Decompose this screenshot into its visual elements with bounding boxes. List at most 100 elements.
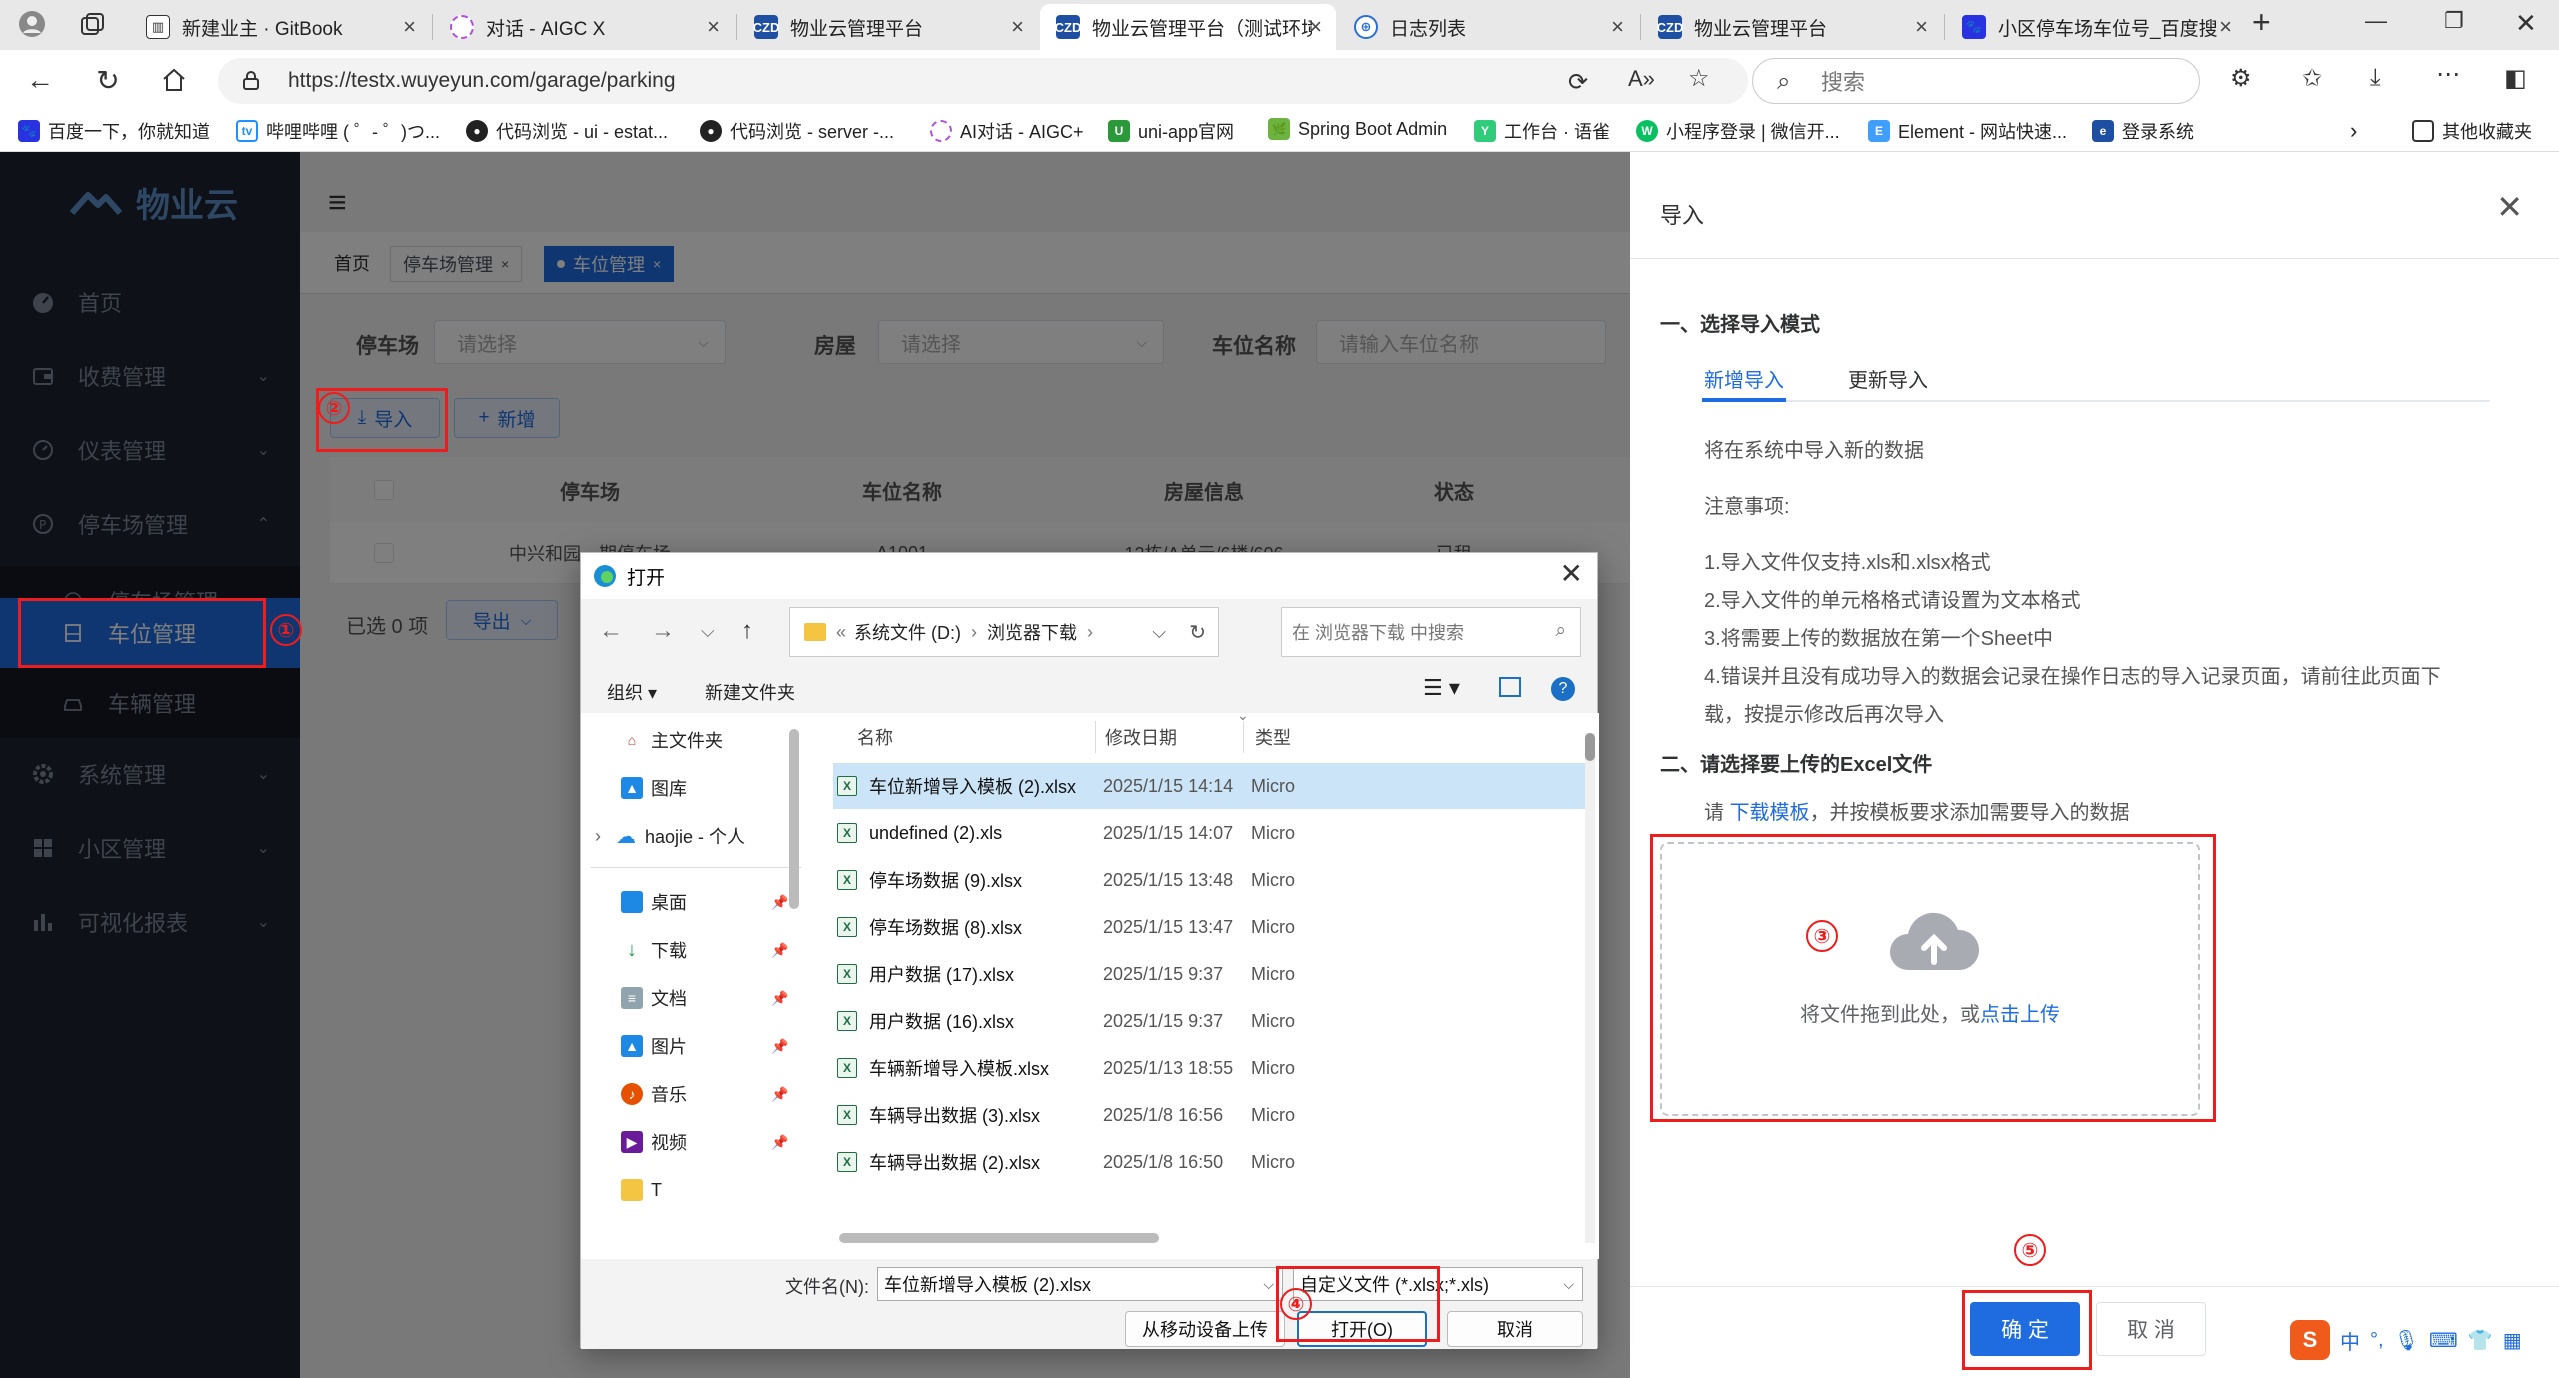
- path-segment[interactable]: 系统文件 (D:): [854, 619, 961, 645]
- file-row[interactable]: X 用户数据 (16).xlsx 2025/1/15 9:37 Micro: [833, 998, 1585, 1044]
- tab-new-import[interactable]: 新增导入: [1704, 364, 1784, 393]
- nav-home[interactable]: ⌂ 主文件夹: [621, 723, 723, 757]
- column-header[interactable]: 名称: [857, 713, 893, 761]
- file-row[interactable]: X 车位新增导入模板 (2).xlsx 2025/1/15 14:14 Micro: [833, 763, 1585, 809]
- tab-update-import[interactable]: 更新导入: [1848, 364, 1928, 393]
- refresh-icon[interactable]: ↻: [1189, 620, 1206, 645]
- bookmark-item[interactable]: E Element - 网站快速...: [1868, 118, 2067, 144]
- home-icon[interactable]: [154, 60, 194, 100]
- browser-tab[interactable]: 🐾 小区停车场车位号_百度搜 ×: [1946, 4, 2246, 50]
- nav-downloads[interactable]: ↓ 下载 📌: [621, 933, 788, 967]
- file-row[interactable]: X 车辆导出数据 (2).xlsx 2025/1/8 16:50 Micro: [833, 1139, 1585, 1185]
- browser-tab[interactable]: ⊕ 日志列表 ×: [1338, 4, 1638, 50]
- close-icon[interactable]: ✕: [1560, 557, 1583, 590]
- skin-icon[interactable]: 👕: [2468, 1328, 2493, 1353]
- close-icon[interactable]: ×: [707, 14, 720, 40]
- chevron-down-icon[interactable]: ⌵: [1152, 622, 1166, 643]
- lock-icon[interactable]: [240, 69, 262, 91]
- url-field[interactable]: https://testx.wuyeyun.com/garage/parking: [218, 58, 1748, 104]
- file-row[interactable]: X 车辆导出数据 (3).xlsx 2025/1/8 16:56 Micro: [833, 1092, 1585, 1138]
- recent-dropdown-icon[interactable]: ⌵: [701, 621, 715, 642]
- close-window-icon[interactable]: ✕: [2515, 8, 2537, 39]
- favorite-star-icon[interactable]: ☆: [1688, 64, 1710, 93]
- bookmark-item[interactable]: W 小程序登录 | 微信开...: [1636, 118, 1840, 144]
- sidebar-toggle-icon[interactable]: ◧: [2504, 64, 2527, 93]
- path-segment[interactable]: 浏览器下载: [987, 619, 1077, 645]
- bookmark-item[interactable]: 🌿 Spring Boot Admin: [1268, 118, 1447, 140]
- close-icon[interactable]: ×: [1611, 14, 1624, 40]
- nav-item[interactable]: T: [621, 1173, 662, 1207]
- refresh-icon[interactable]: ↻: [88, 60, 128, 100]
- close-icon[interactable]: ×: [2219, 14, 2232, 40]
- file-row[interactable]: X 用户数据 (17).xlsx 2025/1/15 9:37 Micro: [833, 951, 1585, 997]
- bookmark-item[interactable]: 🐾 百度一下，你就知道: [18, 118, 210, 144]
- close-icon[interactable]: ×: [1309, 14, 1322, 40]
- forward-arrow-icon[interactable]: →: [651, 617, 675, 645]
- chevron-right-icon[interactable]: ›: [2350, 118, 2357, 144]
- workspaces-icon[interactable]: [78, 10, 106, 44]
- path-breadcrumb[interactable]: « 系统文件 (D:) › 浏览器下载 › ⌵ ↻: [789, 607, 1219, 657]
- pin-icon[interactable]: 📌: [771, 990, 788, 1007]
- file-row[interactable]: X 停车场数据 (8).xlsx 2025/1/15 13:47 Micro: [833, 904, 1585, 950]
- pin-icon[interactable]: 📌: [771, 942, 788, 959]
- toolbox-icon[interactable]: ▦: [2503, 1328, 2522, 1353]
- nav-documents[interactable]: ≡ 文档 📌: [621, 981, 788, 1015]
- file-row[interactable]: X 车辆新增导入模板.xlsx 2025/1/13 18:55 Micro: [833, 1045, 1585, 1091]
- close-icon[interactable]: ×: [403, 14, 416, 40]
- ime-mode[interactable]: 中: [2340, 1326, 2360, 1355]
- bookmark-item[interactable]: ● 代码浏览 - server -...: [700, 118, 894, 144]
- column-header[interactable]: 类型: [1255, 713, 1291, 761]
- minimize-icon[interactable]: —: [2365, 8, 2387, 34]
- new-folder-button[interactable]: 新建文件夹: [705, 679, 795, 705]
- punctuation-icon[interactable]: °,: [2370, 1329, 2384, 1352]
- bookmark-item[interactable]: tv 哔哩哔哩 ( ゜- ゜)つ...: [236, 118, 440, 144]
- read-aloud-icon[interactable]: A»: [1628, 66, 1655, 92]
- view-options-icon[interactable]: ☰ ▾: [1423, 675, 1460, 701]
- nav-gallery[interactable]: ▲ 图库: [621, 771, 687, 805]
- chevron-right-icon[interactable]: ›: [595, 826, 601, 847]
- browser-tab[interactable]: ▥ 新建业主 · GitBook ×: [130, 4, 430, 50]
- upload-from-mobile-button[interactable]: 从移动设备上传: [1125, 1311, 1285, 1347]
- folder-search-input[interactable]: 在 浏览器下载 中搜索 ⌕: [1281, 607, 1581, 657]
- help-icon[interactable]: ?: [1551, 677, 1575, 701]
- preview-pane-icon[interactable]: [1499, 677, 1521, 697]
- browser-search-input[interactable]: ⌕ 搜索: [1752, 58, 2200, 104]
- nav-videos[interactable]: ▶ 视频 📌: [621, 1125, 788, 1159]
- close-icon[interactable]: ×: [1915, 14, 1928, 40]
- browser-tab[interactable]: 对话 - AIGC X ×: [434, 4, 734, 50]
- nav-music[interactable]: ♪ 音乐 📌: [621, 1077, 788, 1111]
- browser-tab[interactable]: CZD 物业云管理平台 ×: [738, 4, 1038, 50]
- file-row[interactable]: X 停车场数据 (9).xlsx 2025/1/15 13:48 Micro: [833, 857, 1585, 903]
- browser-tab-active[interactable]: CZD 物业云管理平台（测试环境 ×: [1040, 4, 1336, 50]
- microphone-icon[interactable]: 🎙: [2394, 1328, 2419, 1353]
- nav-desktop[interactable]: 桌面 📌: [621, 885, 788, 919]
- bookmark-item[interactable]: Y 工作台 · 语雀: [1474, 118, 1610, 144]
- bookmark-item[interactable]: e 登录系统: [2092, 118, 2194, 144]
- nav-onedrive[interactable]: › ☁ haojie - 个人: [595, 819, 745, 853]
- organize-menu[interactable]: 组织 ▾: [607, 679, 657, 705]
- translate-icon[interactable]: ⟳: [1568, 68, 1588, 97]
- other-bookmarks[interactable]: 其他收藏夹: [2412, 118, 2532, 144]
- pin-icon[interactable]: 📌: [771, 894, 788, 911]
- vertical-scrollbar[interactable]: [1585, 733, 1595, 1243]
- bookmark-item[interactable]: AI对话 - AIGC+: [930, 118, 1084, 144]
- pin-icon[interactable]: 📌: [771, 1038, 788, 1055]
- extensions-icon[interactable]: ⚙: [2230, 64, 2252, 93]
- keyboard-icon[interactable]: ⌨: [2429, 1328, 2458, 1353]
- pin-icon[interactable]: 📌: [771, 1134, 788, 1151]
- column-header[interactable]: 修改日期: [1105, 713, 1177, 761]
- bookmark-item[interactable]: Uuni-app官网: [1108, 118, 1234, 144]
- restore-icon[interactable]: ❐: [2444, 8, 2464, 34]
- horizontal-scrollbar[interactable]: [839, 1233, 1159, 1243]
- dialog-cancel-button[interactable]: 取消: [1447, 1311, 1583, 1347]
- file-row[interactable]: Xundefined (2).xls 2025/1/15 14:07 Micro: [833, 810, 1585, 856]
- cancel-button[interactable]: 取 消: [2096, 1302, 2206, 1356]
- download-template-link[interactable]: 下载模板: [1730, 802, 1810, 824]
- browser-tab[interactable]: CZD 物业云管理平台 ×: [1642, 4, 1942, 50]
- bookmark-item[interactable]: ● 代码浏览 - ui - estat...: [466, 118, 668, 144]
- pin-icon[interactable]: 📌: [771, 1086, 788, 1103]
- more-icon[interactable]: ⋯: [2436, 60, 2460, 89]
- chevron-down-icon[interactable]: ⌵: [1263, 1276, 1274, 1293]
- nav-scrollbar[interactable]: [789, 729, 799, 909]
- up-arrow-icon[interactable]: ↑: [741, 617, 753, 645]
